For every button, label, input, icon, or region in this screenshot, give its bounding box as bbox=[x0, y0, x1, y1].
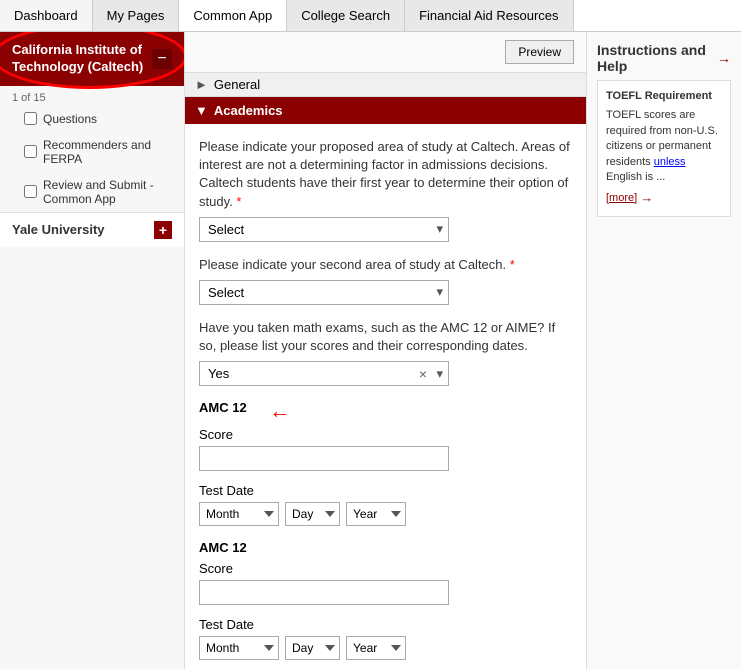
academics-section-label: Academics bbox=[214, 103, 283, 118]
help-more: [more] → bbox=[606, 189, 722, 207]
sidebar-item-review-submit[interactable]: Review and Submit - Common App bbox=[0, 172, 184, 212]
help-box-title: TOEFL Requirement bbox=[606, 89, 722, 104]
help-more-link[interactable]: [more] bbox=[606, 191, 637, 206]
help-link-unless[interactable]: unless bbox=[654, 156, 686, 168]
add-yale-button[interactable]: + bbox=[154, 221, 172, 239]
amc12-label-2: AMC 12 bbox=[199, 540, 247, 555]
academics-arrow-icon: ▼ bbox=[195, 103, 208, 118]
second-area-select[interactable]: Select bbox=[199, 280, 449, 305]
questions-checkbox[interactable] bbox=[24, 112, 37, 125]
tab-financial-aid[interactable]: Financial Aid Resources bbox=[405, 0, 573, 31]
tab-college-search[interactable]: College Search bbox=[287, 0, 405, 31]
review-submit-checkbox[interactable] bbox=[24, 185, 37, 198]
area-of-study-select[interactable]: Select bbox=[199, 217, 449, 242]
preview-button[interactable]: Preview bbox=[505, 40, 574, 64]
amc12-label-1: AMC 12 bbox=[199, 400, 247, 415]
sidebar-school-yale[interactable]: Yale University + bbox=[0, 212, 184, 247]
month-select-1[interactable]: Month bbox=[199, 502, 279, 526]
clear-select-button[interactable]: × bbox=[419, 366, 427, 382]
review-submit-label: Review and Submit - Common App bbox=[43, 178, 172, 206]
recommenders-checkbox[interactable] bbox=[24, 145, 37, 158]
help-text-suffix: English is ... bbox=[606, 171, 665, 183]
content-header: Preview bbox=[185, 32, 586, 73]
more-arrow-icon: → bbox=[640, 189, 653, 207]
help-title-text: Instructions and Help bbox=[597, 42, 713, 74]
sidebar-item-questions[interactable]: Questions bbox=[0, 106, 184, 132]
yale-school-name: Yale University bbox=[12, 222, 105, 237]
month-select-2[interactable]: Month bbox=[199, 636, 279, 660]
day-select-2[interactable]: Day bbox=[285, 636, 340, 660]
year-select-2[interactable]: Year bbox=[346, 636, 406, 660]
tab-dashboard[interactable]: Dashboard bbox=[0, 0, 93, 31]
top-navigation: Dashboard My Pages Common App College Se… bbox=[0, 0, 741, 32]
general-section-label: General bbox=[214, 77, 260, 92]
main-layout: California Institute of Technology (Calt… bbox=[0, 32, 741, 669]
math-exams-select-wrapper: Yes × bbox=[199, 361, 449, 386]
sidebar: California Institute of Technology (Calt… bbox=[0, 32, 185, 669]
score-input-2[interactable] bbox=[199, 580, 449, 605]
help-box-body: TOEFL scores are required from non-U.S. … bbox=[606, 108, 722, 185]
question1-text: Please indicate your proposed area of st… bbox=[199, 138, 572, 211]
test-date-selects-2: Month Day Year bbox=[199, 636, 572, 660]
score-input-1[interactable] bbox=[199, 446, 449, 471]
year-select-1[interactable]: Year bbox=[346, 502, 406, 526]
content-area: Preview ► General ▼ Academics Please ind… bbox=[185, 32, 586, 669]
sidebar-school-caltech[interactable]: California Institute of Technology (Calt… bbox=[0, 32, 184, 86]
recommenders-label: Recommenders and FERPA bbox=[43, 138, 172, 166]
questions-label: Questions bbox=[43, 112, 97, 126]
section-counter: 1 of 15 bbox=[0, 86, 184, 106]
test-date-label-2: Test Date bbox=[199, 617, 572, 632]
area-of-study-select-wrapper: Select bbox=[199, 217, 449, 242]
question2-text: Please indicate your second area of stud… bbox=[199, 256, 572, 274]
second-area-select-wrapper: Select bbox=[199, 280, 449, 305]
math-exams-select[interactable]: Yes bbox=[199, 361, 449, 386]
test-date-selects-1: Month Day Year bbox=[199, 502, 572, 526]
tab-common-app[interactable]: Common App bbox=[179, 0, 287, 31]
help-arrow-icon: → bbox=[717, 50, 731, 66]
day-select-1[interactable]: Day bbox=[285, 502, 340, 526]
help-box: TOEFL Requirement TOEFL scores are requi… bbox=[597, 80, 731, 217]
score-label-2: Score bbox=[199, 561, 572, 576]
form-area: Please indicate your proposed area of st… bbox=[185, 124, 586, 669]
caltech-school-name: California Institute of Technology (Calt… bbox=[12, 42, 152, 76]
score-label-1: Score bbox=[199, 427, 572, 442]
right-panel: Instructions and Help → TOEFL Requiremen… bbox=[586, 32, 741, 669]
question3-text: Have you taken math exams, such as the A… bbox=[199, 319, 572, 355]
academics-section-header[interactable]: ▼ Academics bbox=[185, 97, 586, 124]
sidebar-item-recommenders[interactable]: Recommenders and FERPA bbox=[0, 132, 184, 172]
help-panel-title: Instructions and Help → bbox=[597, 42, 731, 74]
remove-school-button[interactable]: − bbox=[152, 49, 172, 69]
general-section-header[interactable]: ► General bbox=[185, 73, 586, 97]
test-date-label-1: Test Date bbox=[199, 483, 572, 498]
tab-my-pages[interactable]: My Pages bbox=[93, 0, 180, 31]
general-arrow-icon: ► bbox=[195, 77, 208, 92]
red-arrow-annotation: ← bbox=[269, 398, 291, 424]
amc12-section-1: AMC 12 ← bbox=[199, 400, 572, 421]
